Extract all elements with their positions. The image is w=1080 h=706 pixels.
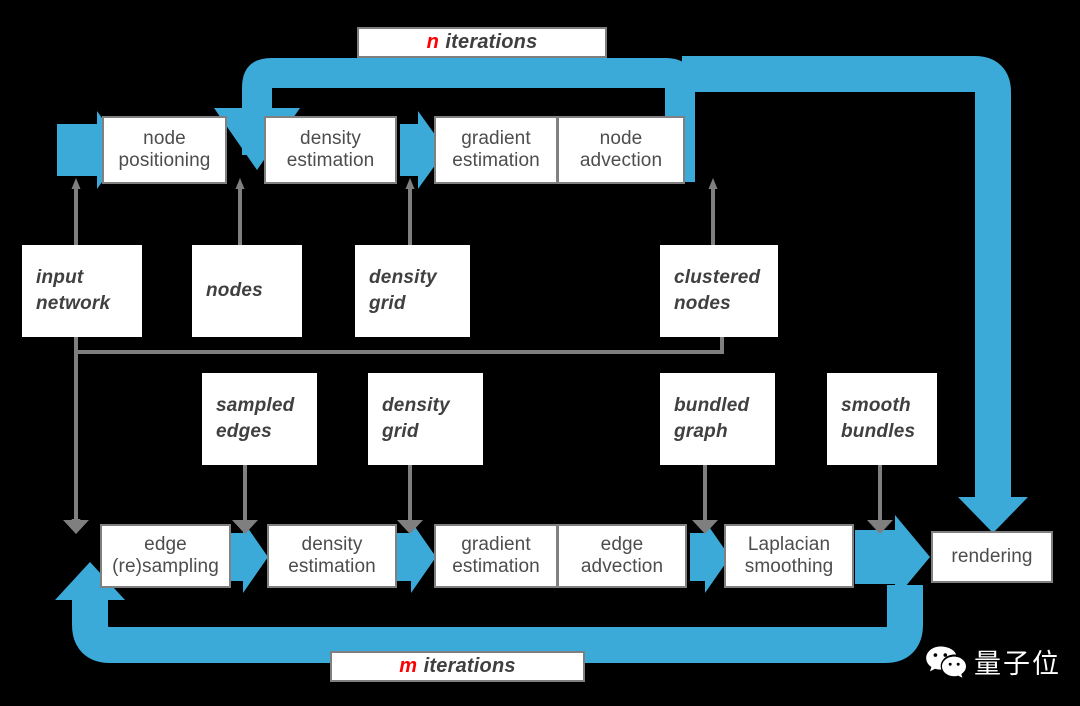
m-iterations-variable: m (399, 655, 418, 677)
watermark: 量子位 (925, 642, 1061, 681)
stage-label-line1: density (300, 127, 361, 149)
label-m-iterations: m iterations (330, 651, 585, 682)
data-label-line2: graph (674, 421, 728, 442)
label-n-iterations: n iterations (357, 27, 607, 58)
stage-label-line1: density (301, 533, 363, 555)
stage-gradient-estimation-top[interactable]: gradient estimation (434, 116, 558, 184)
data-label-line2: bundles (841, 421, 916, 442)
stage-density-estimation-top[interactable]: density estimation (264, 116, 397, 184)
stage-label-line1: node (599, 127, 643, 149)
n-iterations-variable: n (426, 31, 439, 53)
data-label-line2: network (36, 293, 111, 314)
stage-label-line2: positioning (118, 150, 211, 171)
stage-label-line1: rendering (951, 545, 1033, 567)
data-label-line2: nodes (674, 293, 731, 314)
n-iterations-word: iterations (445, 31, 538, 53)
stage-label-line2: estimation (286, 150, 375, 171)
stage-label-line2: (re)sampling (112, 556, 219, 577)
stage-label-line1: edge (144, 533, 187, 555)
data-label-line1: smooth (841, 395, 911, 417)
data-nodes: nodes (192, 245, 302, 337)
data-label-line2: grid (369, 293, 406, 314)
m-iterations-word: iterations (423, 655, 516, 677)
stage-label-line1: gradient (461, 127, 531, 149)
data-smooth-bundles: smooth bundles (827, 373, 937, 465)
data-label-line2: grid (382, 421, 419, 442)
data-input-network: input network (22, 245, 142, 337)
data-bundled-graph: bundled graph (660, 373, 775, 465)
stage-node-advection[interactable]: node advection (557, 116, 685, 184)
data-sampled-edges: sampled edges (202, 373, 317, 465)
stage-label-line2: estimation (452, 556, 540, 577)
data-label-line1: clustered (674, 267, 761, 289)
data-label-line1: bundled (674, 395, 750, 417)
watermark-text: 量子位 (974, 649, 1061, 680)
data-density-grid-top: density grid (355, 245, 470, 337)
stage-label-line2: estimation (452, 150, 540, 171)
wechat-icon (926, 646, 966, 678)
data-label-line1: density (369, 267, 437, 289)
stage-gradient-estimation-bottom[interactable]: gradient estimation (434, 524, 558, 588)
data-label-line1: nodes (206, 280, 263, 302)
stage-label-line2: advection (580, 556, 664, 577)
stage-label-line1: edge (600, 533, 644, 555)
data-label-line2: edges (216, 421, 272, 442)
data-label-line1: density (382, 395, 450, 417)
data-density-grid-bottom: density grid (368, 373, 483, 465)
connector-layer (55, 56, 1028, 663)
data-clustered-nodes: clustered nodes (660, 245, 778, 337)
stage-label-line1: node (143, 127, 186, 149)
data-label-line1: sampled (216, 395, 295, 417)
stage-label-line2: advection (579, 150, 663, 171)
stage-node-positioning[interactable]: node positioning (102, 116, 227, 184)
stage-label-line1: Laplacian (747, 533, 831, 555)
stage-laplacian-smoothing[interactable]: Laplacian smoothing (724, 524, 854, 588)
stage-edge-advection[interactable]: edge advection (557, 524, 687, 588)
data-to-top-pipeline-arrows (71, 178, 718, 245)
stage-label-line2: estimation (288, 556, 376, 577)
diagram-canvas: node positioning density estimation grad… (0, 0, 1080, 706)
data-label-line1: input (36, 267, 84, 289)
stage-density-estimation-bottom[interactable]: density estimation (267, 524, 397, 588)
stage-rendering[interactable]: rendering (931, 531, 1053, 583)
stage-label-line2: smoothing (744, 556, 834, 577)
stage-label-line1: gradient (461, 533, 531, 555)
stage-edge-resampling[interactable]: edge (re)sampling (100, 524, 231, 588)
